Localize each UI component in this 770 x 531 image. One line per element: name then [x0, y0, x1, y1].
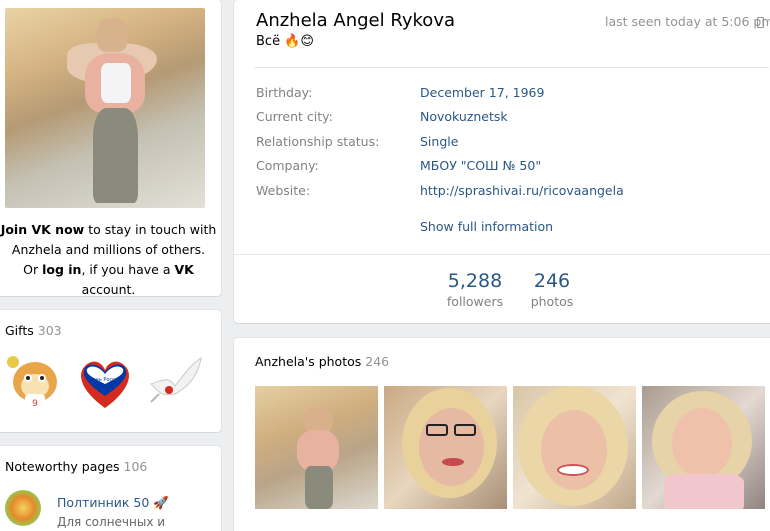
photo-thumbnail[interactable]	[642, 386, 765, 509]
website-link[interactable]: http://sprashivai.ru/ricovaangela	[420, 183, 624, 198]
photos-card: Anzhela's photos 246	[234, 338, 770, 531]
website-label: Website:	[256, 183, 311, 198]
heart-gift-text: День России	[89, 377, 122, 383]
gifts-title[interactable]: Gifts 303	[5, 323, 62, 338]
relationship-value[interactable]: Single	[420, 134, 458, 149]
join-vk-link[interactable]: Join VK now	[1, 222, 85, 237]
gifts-card[interactable]: Gifts 303 9 День России	[0, 310, 221, 432]
divider	[234, 254, 770, 255]
birthday-value[interactable]: December 17, 1969	[420, 85, 544, 100]
photos-section-count: 246	[365, 354, 390, 369]
join-prompt: Join VK now to stay in touch with Anzhel…	[0, 220, 221, 300]
last-seen-text: last seen today at 5:06 pm	[605, 14, 770, 29]
vk-text: VK	[174, 262, 194, 277]
join-text-4: , if you have a	[81, 262, 175, 277]
company-label: Company:	[256, 158, 319, 173]
mobile-phone-icon	[757, 17, 764, 28]
join-text-3: Or	[23, 262, 43, 277]
svg-text:9: 9	[32, 399, 38, 409]
photo-thumbnail[interactable]	[513, 386, 636, 509]
page-avatar[interactable]	[5, 490, 41, 526]
avatar[interactable]	[5, 8, 205, 208]
page-title: Anzhela Angel Rykova	[256, 10, 456, 31]
photo-thumbnail[interactable]	[384, 386, 507, 509]
white-dove-gift-icon[interactable]	[145, 350, 205, 414]
profile-info-card: Anzhela Angel Rykova Всё 🔥😊 last seen to…	[234, 0, 770, 323]
city-value[interactable]: Novokuznetsk	[420, 109, 508, 124]
heart-russia-flag-gift-icon[interactable]: День России	[75, 350, 135, 414]
pages-title[interactable]: Noteworthy pages 106	[5, 459, 147, 474]
company-value[interactable]: МБОУ "СОШ № 50"	[420, 158, 541, 173]
photo-thumbnail[interactable]	[255, 386, 378, 509]
photos-label: photos	[530, 294, 574, 309]
city-label: Current city:	[256, 109, 333, 124]
join-text-5: account.	[81, 282, 136, 297]
page-name-link[interactable]: Полтинник 50 🚀	[57, 495, 169, 511]
pages-count: 106	[123, 459, 148, 474]
gifts-count: 303	[37, 323, 62, 338]
join-text-2: Anzhela and millions of others.	[11, 242, 206, 257]
status-text: Всё 🔥😊	[256, 34, 314, 49]
join-text-1: to stay in touch with	[84, 222, 217, 237]
show-full-info-link[interactable]: Show full information	[420, 219, 553, 234]
photos-count: 246	[533, 270, 571, 292]
profile-avatar-card: Join VK now to stay in touch with Anzhel…	[0, 0, 221, 297]
photos-title[interactable]: Anzhela's photos 246	[255, 354, 389, 369]
divider	[254, 67, 769, 68]
photos-counter[interactable]: 246 photos	[507, 270, 597, 312]
relationship-label: Relationship status:	[256, 134, 380, 149]
birthday-label: Birthday:	[256, 85, 313, 100]
page-description: Для солнечных и	[57, 515, 166, 529]
hamster-gift-icon[interactable]: 9	[5, 350, 65, 414]
login-link[interactable]: log in	[42, 262, 81, 277]
noteworthy-pages-card[interactable]: Noteworthy pages 106 Полтинник 50 🚀 Для с…	[0, 446, 221, 531]
